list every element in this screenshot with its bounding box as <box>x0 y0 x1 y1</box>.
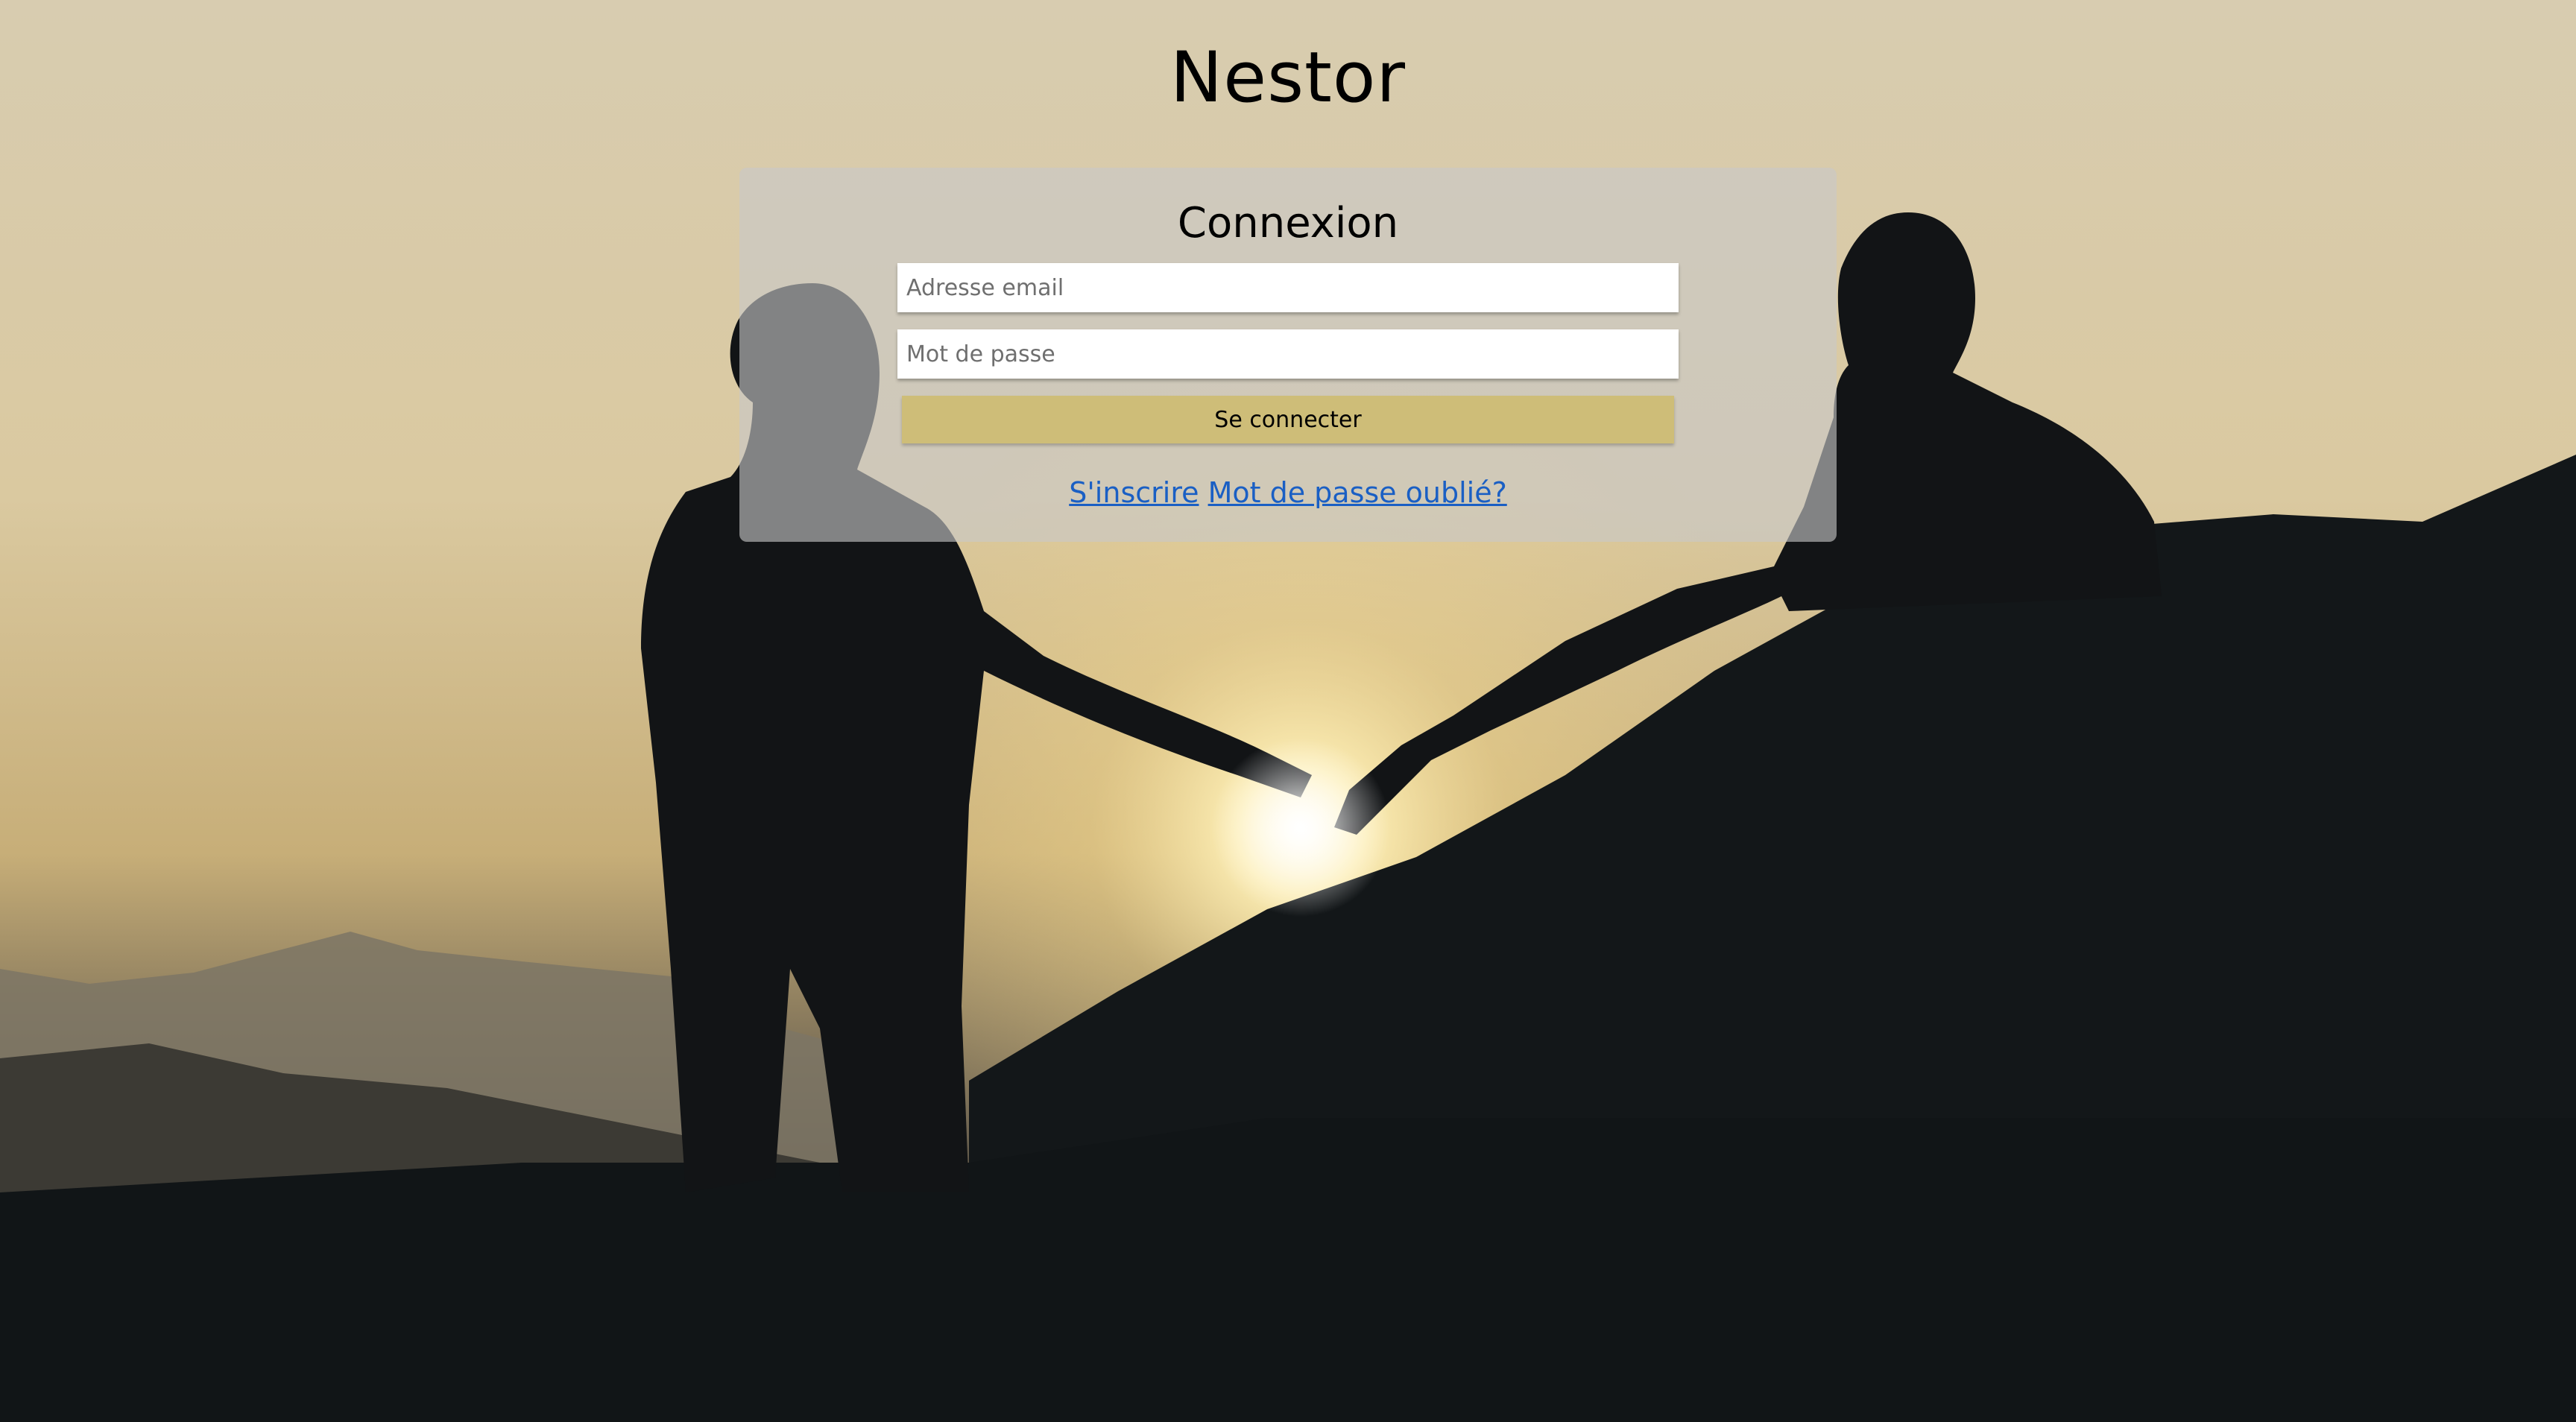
login-heading: Connexion <box>1177 199 1399 247</box>
email-field[interactable] <box>897 263 1679 312</box>
auth-links: S'inscrire Mot de passe oublié? <box>739 476 1837 509</box>
login-button[interactable]: Se connecter <box>902 396 1674 443</box>
forgot-password-link[interactable]: Mot de passe oublié? <box>1208 476 1507 509</box>
site-title: Nestor <box>1169 37 1407 118</box>
login-page: Nestor Connexion Se connecter S'inscrire… <box>0 0 2576 1422</box>
register-link[interactable]: S'inscrire <box>1069 476 1199 509</box>
login-card: Connexion Se connecter S'inscrire Mot de… <box>739 168 1837 542</box>
password-field[interactable] <box>897 329 1679 379</box>
